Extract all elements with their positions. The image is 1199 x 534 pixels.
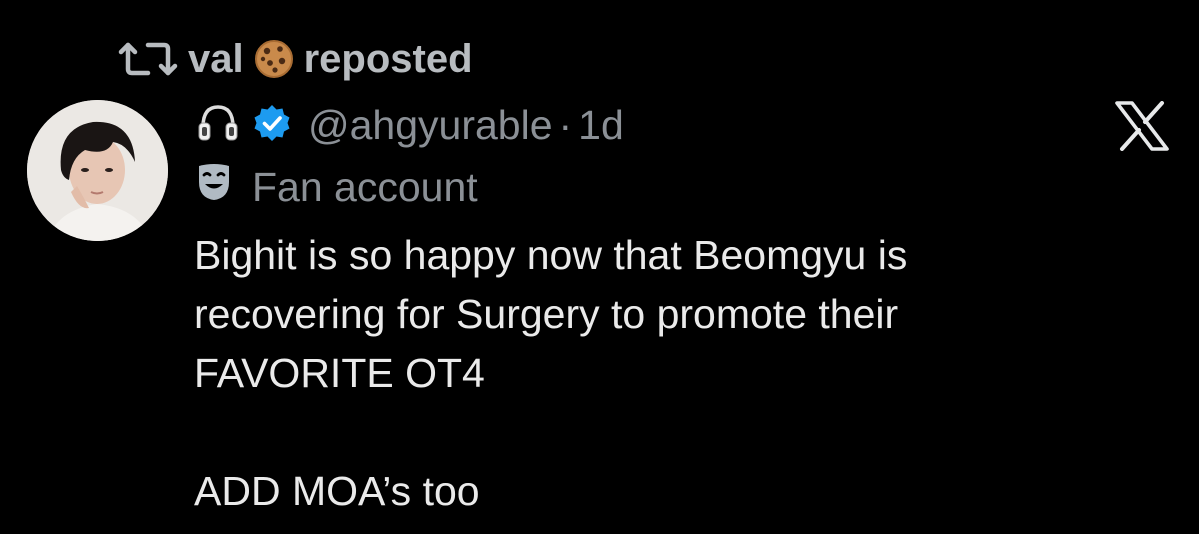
author-row[interactable]: @ahgyurable · 1d bbox=[196, 98, 624, 152]
repost-suffix: reposted bbox=[303, 36, 473, 81]
author-handle[interactable]: @ahgyurable bbox=[308, 102, 553, 148]
avatar[interactable] bbox=[27, 100, 168, 241]
verified-badge-icon bbox=[252, 103, 292, 148]
account-label: Fan account bbox=[196, 162, 478, 212]
x-logo-icon[interactable] bbox=[1115, 101, 1169, 151]
tweet-text[interactable]: Bighit is so happy now that Beomgyu is r… bbox=[194, 226, 1154, 521]
account-label-text: Fan account bbox=[252, 163, 478, 210]
post-time[interactable]: 1d bbox=[578, 102, 624, 148]
cookie-emoji bbox=[254, 39, 294, 79]
repost-user-name[interactable]: val bbox=[188, 37, 244, 82]
tweet-paragraph-1: Bighit is so happy now that Beomgyu is r… bbox=[194, 232, 908, 396]
repost-header[interactable]: val reposted bbox=[118, 34, 473, 84]
theater-mask-icon bbox=[196, 162, 232, 212]
tweet-paragraph-2: ADD MOA’s too bbox=[194, 468, 480, 514]
repost-icon bbox=[118, 39, 178, 79]
headphones-emoji bbox=[196, 101, 240, 150]
author-handle-time[interactable]: @ahgyurable · 1d bbox=[308, 102, 624, 149]
separator-dot: · bbox=[558, 101, 573, 148]
